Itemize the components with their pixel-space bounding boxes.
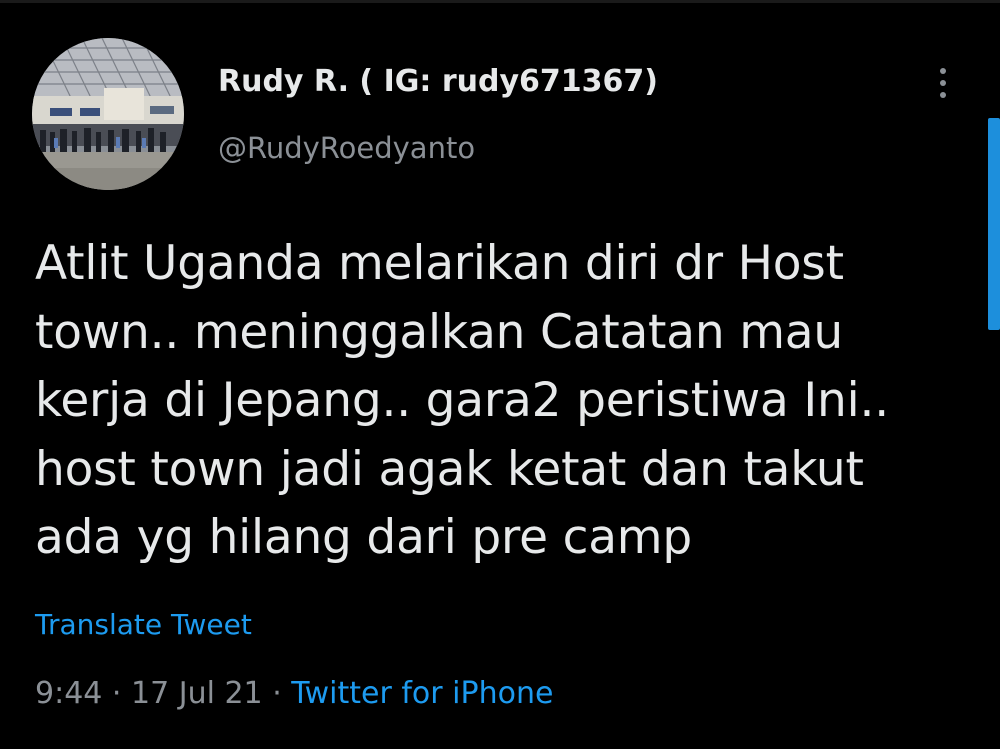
- tweet-meta: 9:44 · 17 Jul 21 · Twitter for iPhone: [35, 672, 553, 716]
- avatar[interactable]: [32, 38, 184, 190]
- tweet-screen: Rudy R. ( IG: rudy671367) @RudyRoedyanto…: [0, 0, 1000, 749]
- avatar-airport-photo: [32, 38, 184, 190]
- author-handle[interactable]: @RudyRoedyanto: [218, 128, 475, 168]
- tweet-source-link[interactable]: Twitter for iPhone: [291, 676, 553, 711]
- scrollbar-thumb[interactable]: [988, 118, 1000, 330]
- meta-separator: ·: [272, 676, 282, 711]
- tweet-time: 9:44: [35, 676, 103, 711]
- meta-separator: ·: [111, 676, 122, 711]
- author-display-name[interactable]: Rudy R. ( IG: rudy671367): [218, 62, 658, 102]
- tweet-text: Atlit Uganda melarikan diri dr Host town…: [35, 236, 889, 565]
- more-vertical-icon-dot: [940, 92, 946, 98]
- more-vertical-icon-dot: [940, 80, 946, 86]
- more-options-button[interactable]: [926, 60, 960, 106]
- tweet-date: 17 Jul 21: [131, 676, 263, 711]
- top-divider: [0, 0, 1000, 3]
- translate-tweet-link[interactable]: Translate Tweet: [35, 605, 252, 645]
- more-vertical-icon: [940, 68, 946, 74]
